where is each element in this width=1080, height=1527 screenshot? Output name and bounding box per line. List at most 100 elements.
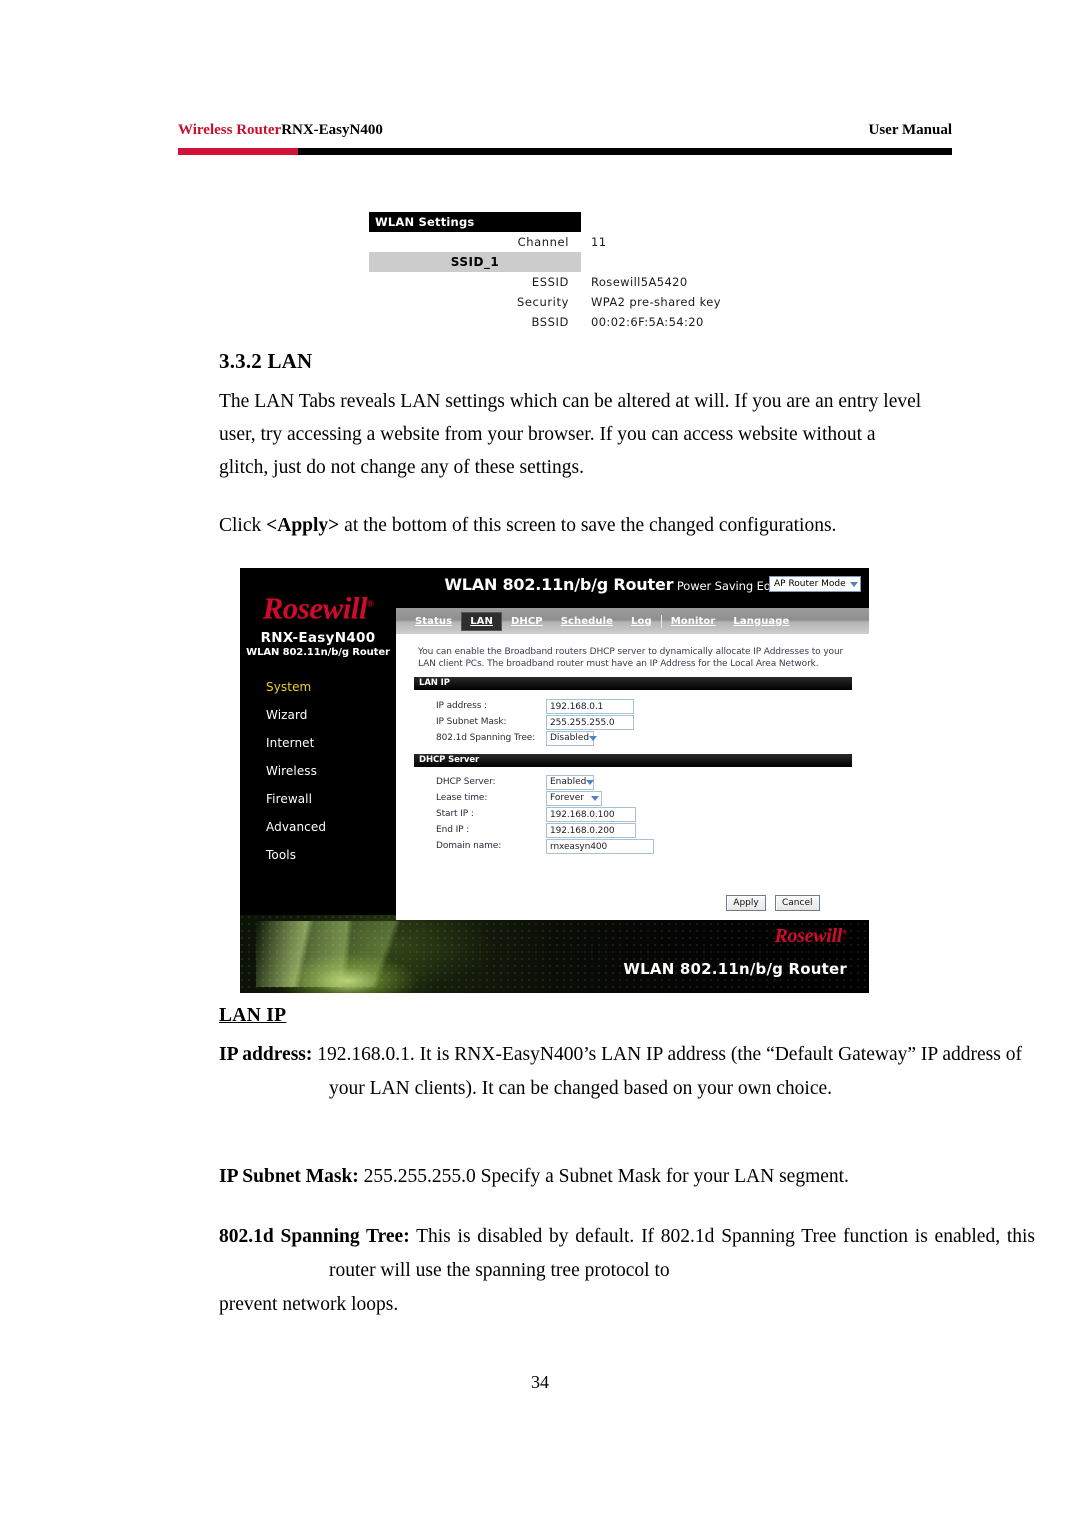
tab-schedule[interactable]: Schedule bbox=[552, 612, 622, 631]
tab-log[interactable]: Log bbox=[622, 612, 661, 631]
cancel-button[interactable]: Cancel bbox=[775, 895, 820, 911]
router-ui-content-panel: Status LAN DHCP Schedule Log Monitor Lan… bbox=[396, 608, 869, 915]
operation-mode-select[interactable]: AP Router Mode bbox=[769, 576, 861, 592]
spanning-tree-select[interactable]: Disabled bbox=[546, 730, 598, 746]
wlan-security-value: WPA2 pre-shared key bbox=[591, 295, 721, 309]
wlan-bssid-row: BSSID 00:02:6F:5A:54:20 bbox=[369, 312, 789, 332]
subnet-mask-doc-label: IP Subnet Mask: bbox=[219, 1166, 359, 1187]
tab-dhcp[interactable]: DHCP bbox=[502, 612, 552, 631]
lan-ip-section-bar: LAN IP bbox=[414, 677, 852, 690]
sidebar-item-wizard[interactable]: Wizard bbox=[240, 701, 396, 729]
sidebar-item-firewall[interactable]: Firewall bbox=[240, 785, 396, 813]
section-heading: 3.3.2 LAN bbox=[219, 349, 313, 373]
click-apply-paragraph: Click <Apply> at the bottom of this scre… bbox=[219, 509, 925, 542]
banner-light-streaks bbox=[256, 921, 456, 987]
wlan-essid-row: ESSID Rosewill5A5420 bbox=[369, 272, 789, 292]
wlan-ssid-group-bar: SSID_1 bbox=[369, 252, 581, 272]
wlan-channel-label: Channel bbox=[517, 235, 569, 249]
tab-status[interactable]: Status bbox=[406, 612, 461, 631]
banner-product-text: WLAN 802.11n/b/g Router bbox=[623, 960, 847, 978]
domain-name-input[interactable]: rnxeasyn400 bbox=[546, 838, 654, 854]
header-rule-red-segment bbox=[178, 148, 298, 155]
spanning-tree-value: Disabled bbox=[550, 733, 590, 743]
spanning-tree-doc-lastline: prevent network loops. bbox=[219, 1294, 399, 1315]
domain-name-label: Domain name: bbox=[436, 841, 502, 851]
wlan-essid-label: ESSID bbox=[531, 275, 569, 289]
router-ui-title-main: WLAN 802.11n/b/g Router bbox=[444, 575, 674, 594]
router-ui-screenshot: WLAN 802.11n/b/g Router Power Saving Edi… bbox=[240, 568, 869, 993]
spanning-tree-doc-label: 802.1d Spanning Tree: bbox=[219, 1226, 410, 1247]
tab-monitor[interactable]: Monitor bbox=[662, 612, 725, 631]
ip-address-doc-paragraph: IP address: 192.168.0.1. It is RNX-EasyN… bbox=[219, 1038, 1035, 1106]
manual-page: Wireless RouterRNX-EasyN400 User Manual … bbox=[0, 0, 1080, 1527]
spanning-tree-doc-paragraph: 802.1d Spanning Tree: This is disabled b… bbox=[219, 1220, 1035, 1322]
ip-subnet-mask-label: IP Subnet Mask: bbox=[436, 717, 507, 727]
wlan-bssid-label: BSSID bbox=[531, 315, 569, 329]
banner-rosewill-logo: Rosewill® bbox=[774, 925, 847, 947]
dhcp-server-value: Enabled bbox=[550, 777, 587, 787]
ip-address-label: IP address : bbox=[436, 701, 487, 711]
wlan-security-row: Security WPA2 pre-shared key bbox=[369, 292, 789, 312]
start-ip-input[interactable]: 192.168.0.100 bbox=[546, 806, 636, 822]
wlan-settings-title-bar: WLAN Settings bbox=[369, 212, 581, 232]
wlan-settings-table: WLAN Settings Channel 11 SSID_1 ESSID Ro… bbox=[369, 212, 789, 332]
dhcp-server-section-bar: DHCP Server bbox=[414, 754, 852, 767]
dhcp-server-label: DHCP Server: bbox=[436, 777, 496, 787]
sidebar-item-system[interactable]: System bbox=[240, 673, 396, 701]
intro-paragraph: The LAN Tabs reveals LAN settings which … bbox=[219, 391, 922, 478]
header-brand: Wireless Router bbox=[178, 122, 282, 138]
ip-address-input[interactable]: 192.168.0.1 bbox=[546, 698, 634, 714]
spanning-tree-doc-text: This is disabled by default. If 802.1d S… bbox=[329, 1226, 1035, 1281]
field-row-lease-time: Lease time: Forever bbox=[436, 790, 602, 806]
router-ui-title: WLAN 802.11n/b/g Router Power Saving Edi… bbox=[435, 575, 805, 594]
ip-subnet-mask-input[interactable]: 255.255.255.0 bbox=[546, 714, 634, 730]
chevron-down-icon bbox=[586, 779, 595, 785]
wlan-bssid-value: 00:02:6F:5A:54:20 bbox=[591, 315, 704, 329]
subnet-mask-doc-text: 255.255.255.0 Specify a Subnet Mask for … bbox=[358, 1166, 849, 1187]
ip-address-doc-label: IP address: bbox=[219, 1044, 313, 1065]
lease-time-value: Forever bbox=[550, 793, 584, 803]
field-row-start-ip: Start IP : 192.168.0.100 bbox=[436, 806, 636, 822]
form-button-row: Apply Cancel bbox=[726, 895, 820, 911]
sidebar-item-tools[interactable]: Tools bbox=[240, 841, 396, 869]
sidebar-item-wireless[interactable]: Wireless bbox=[240, 757, 396, 785]
apply-button[interactable]: Apply bbox=[726, 895, 766, 911]
router-ui-sidebar: Rosewill® RNX-EasyN400 WLAN 802.11n/b/g … bbox=[240, 568, 396, 915]
header-rule-black-segment bbox=[298, 148, 952, 155]
banner-top-notch bbox=[396, 915, 869, 920]
tab-lan[interactable]: LAN bbox=[461, 611, 502, 631]
router-ui-footer-banner: Rosewill® WLAN 802.11n/b/g Router bbox=[240, 915, 869, 993]
rosewill-logo: Rosewill® bbox=[262, 590, 374, 626]
router-ui-description: You can enable the Broadband routers DHC… bbox=[418, 647, 844, 669]
chevron-down-icon bbox=[589, 735, 598, 741]
chevron-down-icon bbox=[850, 581, 858, 587]
field-row-subnet-mask: IP Subnet Mask: 255.255.255.0 bbox=[436, 714, 634, 730]
wlan-channel-value: 11 bbox=[591, 235, 607, 249]
field-row-spanning-tree: 802.1d Spanning Tree: Disabled bbox=[436, 730, 598, 746]
sidebar-item-internet[interactable]: Internet bbox=[240, 729, 396, 757]
end-ip-label: End IP : bbox=[436, 825, 470, 835]
field-row-end-ip: End IP : 192.168.0.200 bbox=[436, 822, 636, 838]
lan-ip-doc-heading: LAN IP bbox=[219, 1005, 287, 1026]
dhcp-server-select[interactable]: Enabled bbox=[546, 774, 595, 790]
start-ip-label: Start IP : bbox=[436, 809, 474, 819]
sidebar-item-advanced[interactable]: Advanced bbox=[240, 813, 396, 841]
end-ip-input[interactable]: 192.168.0.200 bbox=[546, 822, 636, 838]
router-ui-menu: System Wizard Internet Wireless Firewall… bbox=[240, 673, 396, 869]
tab-language[interactable]: Language bbox=[724, 612, 798, 631]
chevron-down-icon bbox=[591, 795, 599, 801]
router-ui-tabbar: Status LAN DHCP Schedule Log Monitor Lan… bbox=[396, 608, 869, 634]
subnet-mask-doc-paragraph: IP Subnet Mask: 255.255.255.0 Specify a … bbox=[219, 1160, 1035, 1194]
router-model-name: RNX-EasyN400 bbox=[260, 630, 376, 646]
field-row-domain-name: Domain name: rnxeasyn400 bbox=[436, 838, 654, 854]
header-divider-rule bbox=[178, 148, 952, 155]
spanning-tree-label: 802.1d Spanning Tree: bbox=[436, 733, 536, 743]
wlan-essid-value: Rosewill5A5420 bbox=[591, 275, 688, 289]
click-suffix-text: at the bottom of this screen to save the… bbox=[339, 515, 837, 536]
apply-keyword: <Apply> bbox=[266, 515, 340, 536]
operation-mode-value: AP Router Mode bbox=[774, 579, 846, 589]
wlan-channel-row: Channel 11 bbox=[369, 232, 789, 252]
lease-time-select[interactable]: Forever bbox=[546, 790, 602, 806]
lease-time-label: Lease time: bbox=[436, 793, 488, 803]
running-header: Wireless RouterRNX-EasyN400 User Manual bbox=[178, 122, 952, 142]
